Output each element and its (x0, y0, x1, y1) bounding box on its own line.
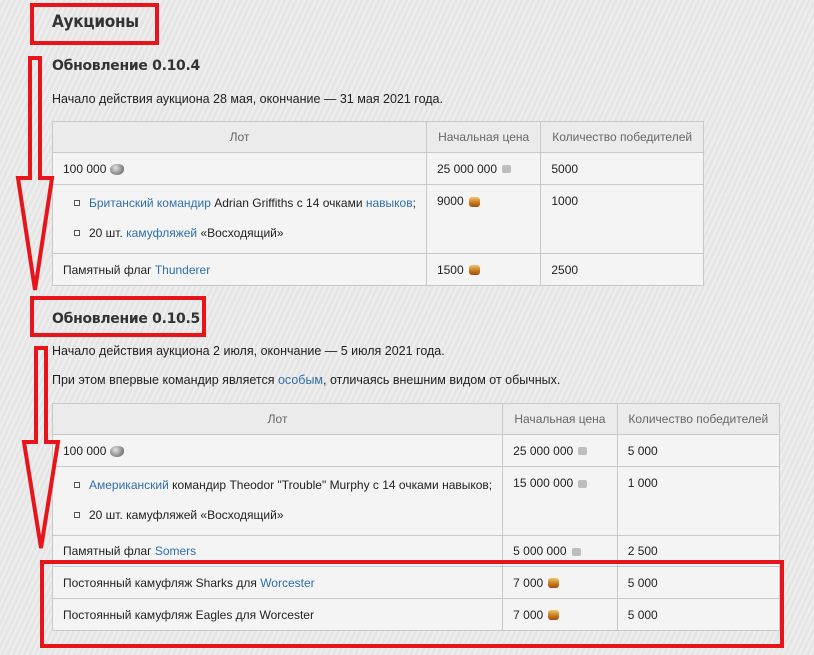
arrow-down-lower (21, 346, 61, 549)
arrow-down-upper (15, 56, 55, 291)
annotation-arrows (15, 56, 61, 549)
